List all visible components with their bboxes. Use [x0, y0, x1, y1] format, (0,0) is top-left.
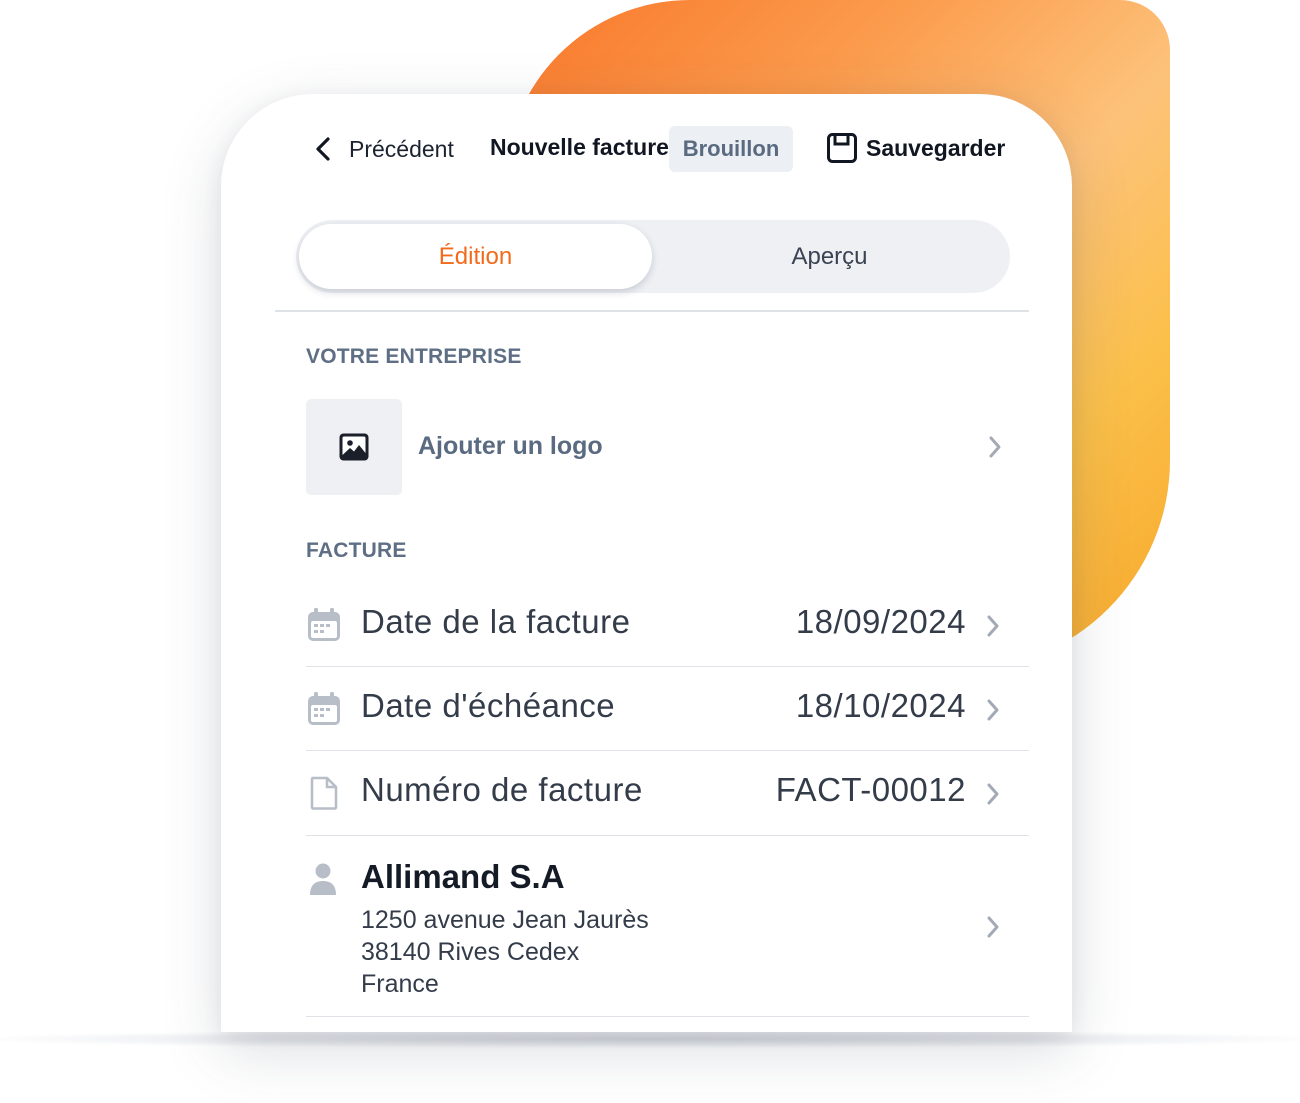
add-logo-label: Ajouter un logo [418, 432, 603, 460]
chevron-right-icon [987, 916, 999, 938]
save-icon [827, 133, 857, 163]
tab-edition[interactable]: Édition [299, 224, 652, 289]
client-name: Allimand S.A [361, 858, 565, 895]
calendar-icon [308, 692, 340, 725]
chevron-left-icon [316, 137, 330, 161]
floor-shadow [0, 1030, 1300, 1048]
client-address-line1: 1250 avenue Jean Jaurès [361, 906, 649, 934]
row-value: 18/09/2024 [795, 603, 966, 640]
page-title: Nouvelle facture [490, 134, 669, 160]
status-badge: Brouillon [669, 126, 793, 172]
tab-apercu[interactable]: Aperçu [652, 224, 1007, 289]
view-toggle: Édition Aperçu [296, 220, 1010, 293]
divider [275, 310, 1029, 312]
image-icon [339, 433, 369, 461]
top-bar: Précédent Nouvelle facture Brouillon Sau… [221, 94, 1072, 204]
row-divider [306, 835, 1029, 836]
invoice-date-row[interactable]: Date de la facture 18/09/2024 [306, 583, 1029, 667]
client-card[interactable]: Allimand S.A 1250 avenue Jean Jaurès 381… [306, 854, 1029, 1014]
row-label: Date d'échéance [361, 687, 616, 724]
invoice-number-row[interactable]: Numéro de facture FACT-00012 [306, 751, 1029, 835]
back-label: Précédent [349, 135, 454, 162]
row-label: Date de la facture [361, 603, 631, 640]
user-icon [310, 863, 336, 895]
client-country: France [361, 970, 439, 998]
phone-screen: Précédent Nouvelle facture Brouillon Sau… [221, 94, 1072, 1032]
client-address-line2: 38140 Rives Cedex [361, 938, 580, 966]
chevron-right-icon [987, 615, 999, 637]
document-icon [310, 776, 338, 810]
add-logo-row[interactable]: Ajouter un logo [306, 399, 1006, 495]
chevron-right-icon [987, 699, 999, 721]
logo-placeholder [306, 399, 402, 495]
save-label: Sauvegarder [866, 134, 1006, 161]
section-title-company: VOTRE ENTREPRISE [306, 345, 522, 368]
due-date-row[interactable]: Date d'échéance 18/10/2024 [306, 667, 1029, 751]
row-value: 18/10/2024 [795, 687, 966, 724]
calendar-icon [308, 608, 340, 641]
row-label: Numéro de facture [361, 771, 643, 808]
row-divider [306, 1016, 1029, 1017]
chevron-right-icon [987, 783, 999, 805]
back-button[interactable]: Précédent [313, 132, 454, 166]
row-value: FACT-00012 [775, 771, 966, 808]
save-button[interactable]: Sauvegarder [826, 132, 1005, 164]
section-title-invoice: FACTURE [306, 539, 407, 562]
stage: Précédent Nouvelle facture Brouillon Sau… [0, 0, 1300, 1103]
chevron-right-icon [989, 436, 1001, 458]
